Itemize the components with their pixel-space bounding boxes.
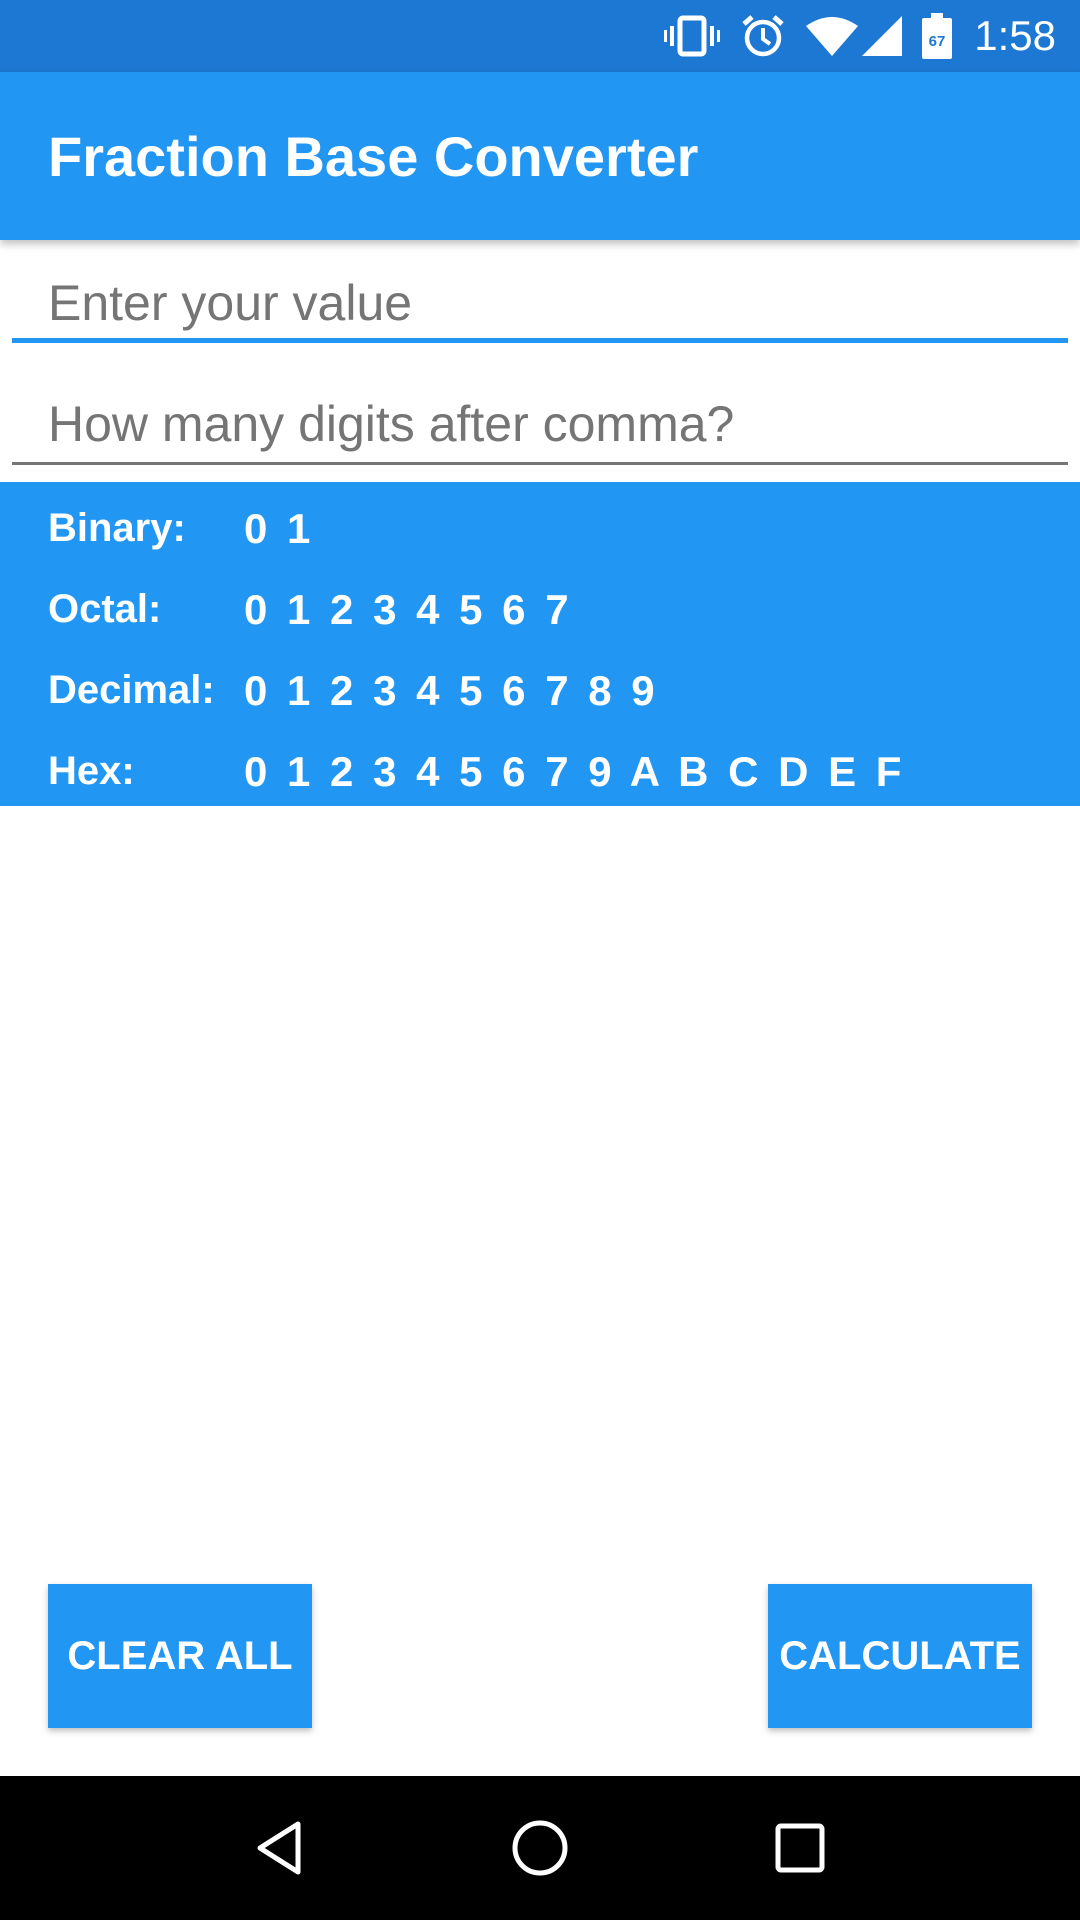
back-button[interactable] (230, 1798, 330, 1898)
base-label: Hex: (48, 749, 135, 793)
base-row-octal: Octal: 0 1 2 3 4 5 6 7 (0, 569, 1080, 650)
value-input[interactable] (12, 268, 1068, 338)
battery-level: 67 (929, 33, 946, 50)
base-row-binary: Binary: 0 1 (0, 488, 1080, 569)
base-digits: 0 1 2 3 4 5 6 7 9 A B C D E F (244, 747, 906, 795)
battery-icon: 67 (922, 13, 953, 59)
base-label: Binary: (48, 506, 186, 550)
app-title: Fraction Base Converter (48, 124, 699, 188)
value-input-underline (12, 338, 1068, 343)
base-label: Decimal: (48, 668, 215, 712)
value-field (12, 268, 1068, 343)
vibrate-icon (664, 14, 721, 58)
base-label: Octal: (48, 587, 162, 631)
navigation-bar (0, 1776, 1080, 1920)
base-row-decimal: Decimal: 0 1 2 3 4 5 6 7 8 9 (0, 650, 1080, 731)
recents-button[interactable] (750, 1798, 850, 1898)
base-digits: 0 1 (244, 504, 315, 552)
base-digits: 0 1 2 3 4 5 6 7 8 9 (244, 666, 659, 714)
home-icon (512, 1820, 568, 1876)
screen: 67 1:58 Fraction Base Converter Binary: … (0, 0, 1080, 1920)
app-bar: Fraction Base Converter (0, 72, 1080, 240)
alarm-icon (740, 13, 786, 59)
signal-icon (862, 16, 903, 56)
status-bar: 67 1:58 (0, 0, 1080, 72)
base-digits: 0 1 2 3 4 5 6 7 (244, 585, 573, 633)
recents-icon (775, 1823, 825, 1873)
base-info-panel: Binary: 0 1 Octal: 0 1 2 3 4 5 6 7 Decim… (0, 482, 1080, 806)
digits-input[interactable] (12, 390, 1068, 458)
calculate-button[interactable]: CALCULATE (768, 1584, 1032, 1728)
status-time: 1:58 (974, 12, 1056, 59)
digits-input-underline (12, 462, 1068, 465)
digits-field (12, 390, 1068, 465)
back-icon (257, 1821, 301, 1875)
home-button[interactable] (490, 1798, 590, 1898)
wifi-icon (806, 16, 859, 56)
base-row-hex: Hex: 0 1 2 3 4 5 6 7 9 A B C D E F (0, 731, 1080, 812)
clear-all-button[interactable]: CLEAR ALL (48, 1584, 312, 1728)
